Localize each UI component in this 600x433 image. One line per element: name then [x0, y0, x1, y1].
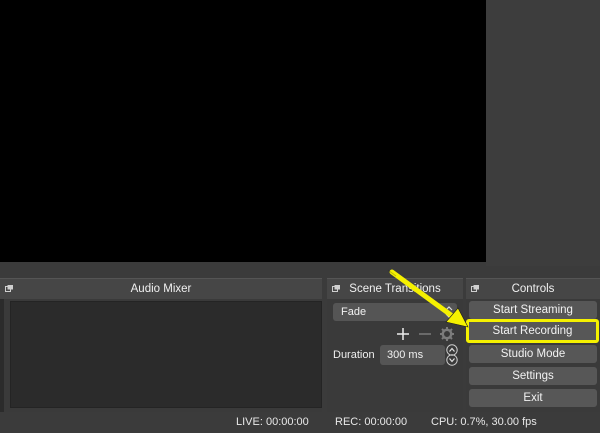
live-timer: LIVE: 00:00:00 — [236, 416, 309, 428]
transition-toolbar — [395, 325, 457, 343]
controls-title-bar: Controls — [466, 278, 600, 300]
float-dock-icon[interactable] — [471, 285, 479, 292]
minus-icon[interactable] — [417, 325, 433, 343]
float-dock-icon[interactable] — [332, 285, 340, 292]
exit-button[interactable]: Exit — [469, 389, 597, 407]
duration-value: 300 ms — [387, 349, 424, 361]
rec-timer: REC: 00:00:00 — [335, 416, 408, 428]
cpu-fps-status: CPU: 0.7%, 30.00 fps — [431, 416, 537, 428]
duration-stepper-icon[interactable] — [446, 344, 458, 366]
settings-button[interactable]: Settings — [469, 367, 597, 385]
status-bar: LIVE: 00:00:00 REC: 00:00:00 CPU: 0.7%, … — [0, 412, 600, 433]
start-recording-button[interactable]: Start Recording — [466, 319, 599, 343]
controls-dock: Controls Start Streaming Start Recording… — [466, 278, 600, 412]
controls-body: Start Streaming Start Recording Studio M… — [466, 299, 600, 412]
select-arrows-icon — [445, 306, 453, 318]
audio-mixer-list[interactable] — [10, 301, 322, 408]
plus-icon[interactable] — [395, 325, 411, 343]
audio-mixer-body — [0, 299, 322, 412]
scene-transitions-body: Fade Duration 300 ms — [327, 299, 463, 412]
duration-label: Duration — [333, 349, 375, 361]
start-streaming-button[interactable]: Start Streaming — [469, 301, 597, 319]
audio-mixer-title-bar: Audio Mixer — [0, 278, 322, 300]
float-dock-icon[interactable] — [5, 285, 13, 292]
duration-input[interactable]: 300 ms — [380, 345, 445, 365]
controls-title: Controls — [511, 283, 555, 295]
scene-transitions-title: Scene Transitions — [349, 283, 441, 295]
audio-mixer-dock: Audio Mixer — [0, 278, 322, 412]
transition-select[interactable]: Fade — [333, 303, 457, 321]
preview-canvas[interactable] — [0, 0, 486, 262]
studio-mode-button[interactable]: Studio Mode — [469, 345, 597, 363]
transition-select-value: Fade — [341, 306, 367, 318]
obs-window: Audio Mixer Scene Transitions Fade Durat… — [0, 0, 600, 433]
scene-transitions-dock: Scene Transitions Fade Duration 300 ms — [327, 278, 463, 412]
mixer-scroll-edge — [0, 299, 4, 412]
gear-icon[interactable] — [439, 325, 455, 343]
scene-transitions-title-bar: Scene Transitions — [327, 278, 463, 300]
preview-side-area — [486, 0, 600, 266]
audio-mixer-title: Audio Mixer — [130, 283, 192, 295]
